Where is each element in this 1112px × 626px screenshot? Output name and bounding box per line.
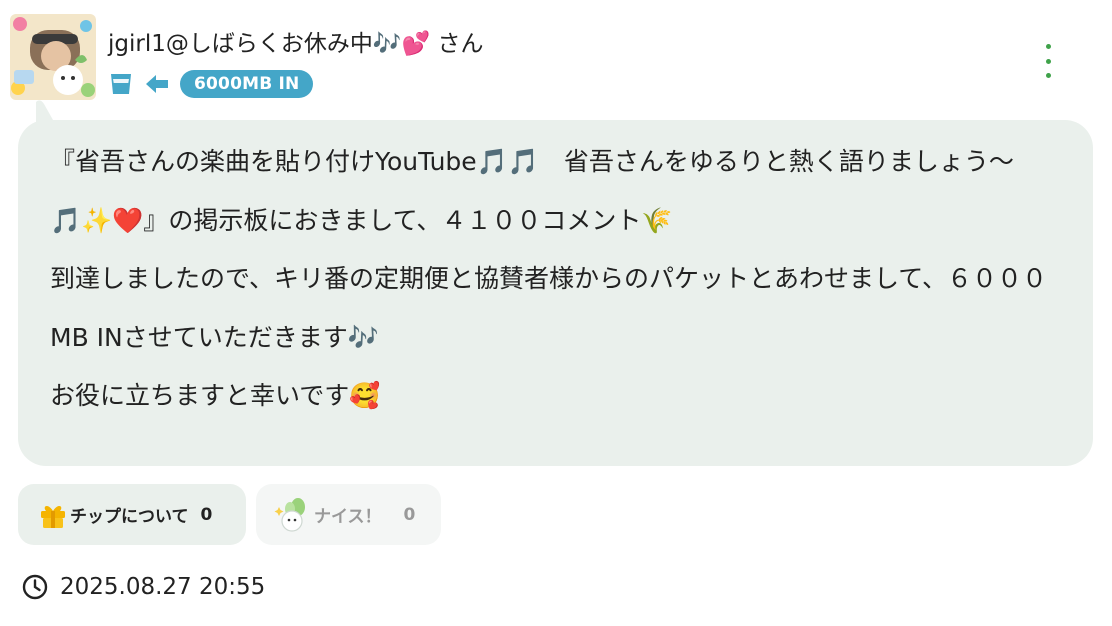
avatar-image xyxy=(10,14,96,100)
more-vertical-icon xyxy=(1045,44,1051,49)
more-dot xyxy=(1045,58,1051,64)
clock-icon xyxy=(22,574,48,600)
tip-count: 0 xyxy=(200,504,213,525)
message-line: 到達しましたので、キリ番の定期便と協賛者様からのパケットとあわせまして、６０００… xyxy=(50,264,1048,352)
timestamp-row: 2025.08.27 20:55 xyxy=(22,572,265,602)
more-dot xyxy=(1045,73,1051,78)
post-message: 『省吾さんの楽曲を貼り付けYouTube🎵🎵 省吾さんをゆるりと熱く語りましょう… xyxy=(50,133,1065,426)
bunny-icon xyxy=(274,497,314,533)
arrow-left-icon xyxy=(144,71,170,97)
more-menu-button[interactable] xyxy=(1035,44,1061,78)
nice-button[interactable]: ナイス！ 0 xyxy=(256,484,441,545)
message-line: お役に立ちますと幸いです🥰 xyxy=(50,381,381,410)
tip-button[interactable]: チップについて 0 xyxy=(18,484,246,545)
gift-icon xyxy=(38,500,68,530)
glass-icon xyxy=(108,71,134,97)
nice-label: ナイス！ xyxy=(314,507,382,527)
status-row: 6000MB IN xyxy=(108,70,314,98)
post-timestamp: 2025.08.27 20:55 xyxy=(60,574,266,600)
username[interactable]: jgirl1@しばらくお休み中🎶💕 さん xyxy=(108,28,483,60)
user-avatar[interactable] xyxy=(10,14,96,100)
message-line: 『省吾さんの楽曲を貼り付けYouTube🎵🎵 省吾さんをゆるりと熱く語りましょう… xyxy=(50,147,1014,235)
nice-count: 0 xyxy=(403,504,416,525)
mb-in-badge: 6000MB IN xyxy=(180,70,314,98)
tip-label: チップについて xyxy=(70,507,189,527)
